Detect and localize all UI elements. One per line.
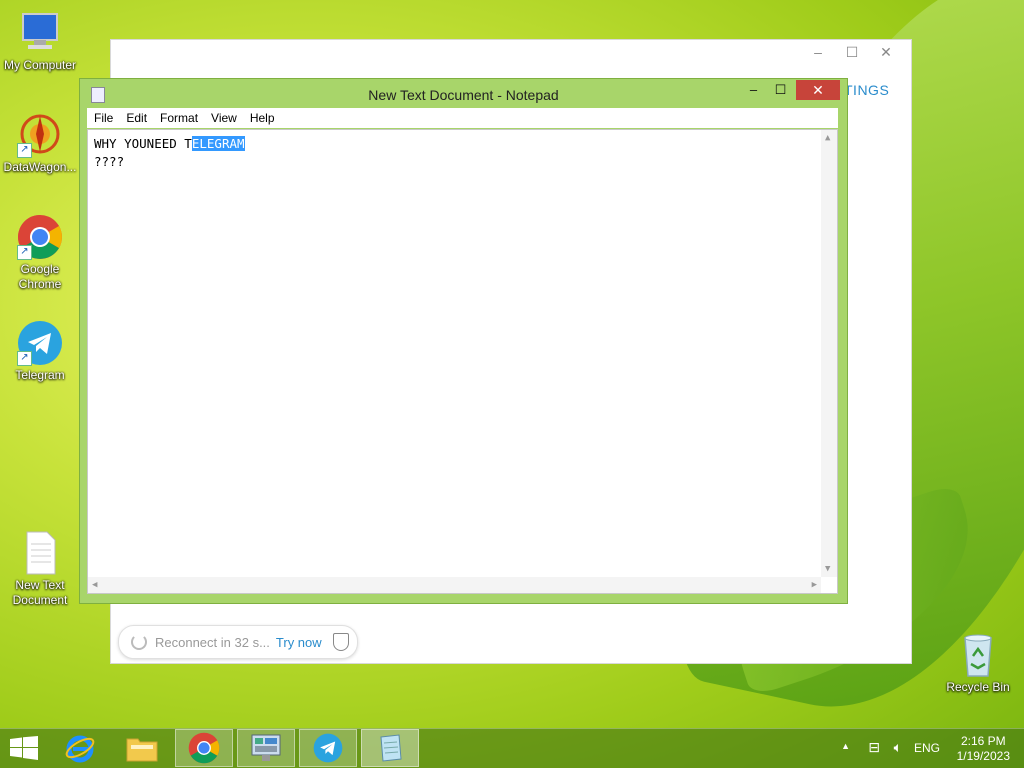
desktop-icon-label: Recycle Bin [946, 680, 1010, 694]
chrome-icon [188, 732, 220, 764]
menu-help[interactable]: Help [243, 108, 281, 125]
minimize-button[interactable]: – [740, 80, 767, 100]
document-text[interactable]: WHY YOUNEED TELEGRAM ???? [94, 135, 245, 171]
clock-date: 1/19/2023 [956, 749, 1010, 763]
text-unselected: WHY YOUNEED T [94, 136, 192, 151]
taskbar-notepad[interactable] [361, 729, 419, 767]
language-indicator[interactable]: ENG [914, 741, 940, 755]
internet-explorer-icon [65, 735, 95, 763]
desktop-icon-label: New Text [15, 578, 65, 592]
start-button[interactable] [0, 729, 48, 767]
window-controls: – ☐ ✕ [801, 44, 903, 61]
text-file-icon [17, 530, 63, 576]
vertical-scrollbar[interactable]: ▲ ▼ [821, 130, 837, 577]
reconnect-bar: Reconnect in 32 s... Try now [118, 625, 358, 659]
shortcut-arrow-icon: ↗ [17, 143, 32, 158]
taskbar: ▲ ⊟ 🔈︎ ENG 2:16 PM 1/19/2023 [0, 728, 1024, 768]
desktop-icon-label: My Computer [3, 58, 77, 72]
taskbar-chrome[interactable] [175, 729, 233, 767]
notepad-window[interactable]: New Text Document - Notepad – ☐ ✕ File Ed… [79, 78, 848, 604]
windows-logo-icon [10, 736, 38, 760]
scroll-left-icon[interactable]: ◀ [92, 580, 97, 590]
network-icon[interactable]: ⊟ [868, 739, 880, 756]
shortcut-arrow-icon: ↗ [17, 351, 32, 366]
menu-edit[interactable]: Edit [119, 108, 153, 125]
horizontal-scrollbar[interactable]: ◀ ▶ [88, 577, 821, 593]
computer-icon [17, 10, 63, 56]
desktop-icon-label: DataWagon... [3, 160, 77, 174]
datawagon-icon: ↗ [17, 112, 63, 158]
menu-bar: File Edit Format View Help [87, 108, 838, 128]
desktop-icon-new-text-document[interactable]: New Text Document [0, 530, 80, 608]
taskbar-file-explorer[interactable] [113, 729, 171, 767]
desktop-icon-google-chrome[interactable]: ↗ Google Chrome [0, 214, 80, 292]
text-selection: ELEGRAM [191, 136, 245, 151]
volume-icon[interactable]: 🔈︎ [894, 739, 902, 756]
reconnect-text: Reconnect in 32 s... [155, 634, 270, 650]
clock-time: 2:16 PM [960, 734, 1006, 748]
window-title: New Text Document - Notepad [368, 87, 559, 103]
close-button[interactable]: ✕ [869, 44, 903, 61]
settings-link[interactable]: TINGS [844, 82, 889, 98]
maximize-button[interactable]: ☐ [767, 80, 794, 100]
maximize-button[interactable]: ☐ [835, 44, 869, 61]
desktop-icon-my-computer[interactable]: My Computer [0, 10, 80, 73]
desktop-icon-label: Document [12, 593, 68, 607]
folder-icon [126, 738, 158, 762]
menu-view[interactable]: View [204, 108, 243, 125]
control-panel-icon [251, 734, 281, 761]
shortcut-arrow-icon: ↗ [17, 245, 32, 260]
taskbar-internet-explorer[interactable] [51, 729, 109, 767]
desktop-icon-telegram[interactable]: ↗ Telegram [0, 320, 80, 383]
notepad-icon [380, 734, 402, 762]
shield-icon[interactable] [333, 633, 349, 651]
close-button[interactable]: ✕ [796, 80, 840, 100]
clock[interactable]: 2:16 PM 1/19/2023 [957, 734, 1010, 764]
minimize-button[interactable]: – [801, 44, 835, 60]
scroll-right-icon[interactable]: ▶ [812, 580, 817, 590]
desktop-icon-label: Telegram [15, 368, 65, 382]
menu-format[interactable]: Format [153, 108, 204, 125]
desktop-icon-label: Google [20, 262, 60, 276]
text-editor-area[interactable]: WHY YOUNEED TELEGRAM ???? ▲ ▼ ◀ ▶ [87, 129, 838, 594]
telegram-icon: ↗ [17, 320, 63, 366]
loading-spinner-icon [131, 634, 147, 650]
try-now-link[interactable]: Try now [276, 635, 322, 650]
taskbar-telegram[interactable] [299, 729, 357, 767]
title-bar[interactable]: New Text Document - Notepad – ☐ ✕ [80, 79, 847, 109]
text-line-2: ???? [94, 154, 125, 169]
desktop-icon-datawagon[interactable]: ↗ DataWagon... [0, 112, 80, 175]
chrome-icon: ↗ [17, 214, 63, 260]
recycle-bin-icon [955, 632, 1001, 678]
taskbar-control-panel[interactable] [237, 729, 295, 767]
desktop-icon-label: Chrome [18, 277, 62, 291]
show-hidden-icons-chevron-icon[interactable]: ▲ [841, 741, 850, 751]
scroll-down-icon[interactable]: ▼ [825, 564, 830, 574]
telegram-icon [313, 733, 343, 763]
desktop-icon-recycle-bin[interactable]: Recycle Bin [938, 632, 1018, 695]
menu-file[interactable]: File [87, 108, 119, 125]
scroll-up-icon[interactable]: ▲ [825, 133, 830, 143]
